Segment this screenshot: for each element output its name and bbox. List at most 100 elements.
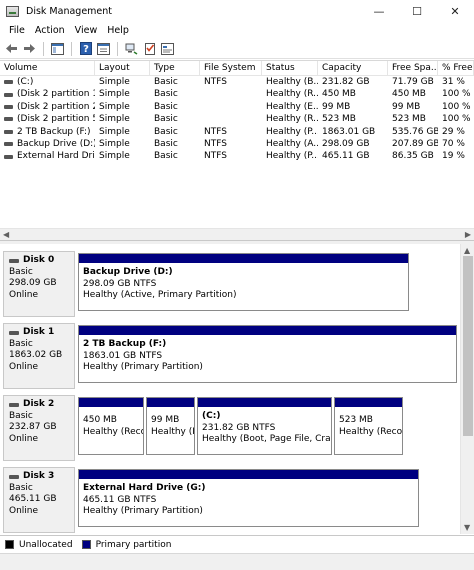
menu-file[interactable]: File — [4, 25, 30, 36]
volume-row[interactable]: Backup Drive (D:) Simple Basic NTFS Healthy … — [0, 138, 474, 150]
cell-percent-free: 29 % — [442, 126, 465, 137]
vertical-scrollbar[interactable]: ▲ ▼ — [460, 244, 474, 534]
cell-capacity: 450 MB — [322, 89, 356, 100]
partition-details: 99 MB Healthy (E — [147, 407, 194, 438]
menu-view[interactable]: View — [70, 25, 103, 36]
disk-icon — [9, 474, 19, 479]
legend: Unallocated Primary partition — [0, 535, 474, 553]
menu-help[interactable]: Help — [102, 25, 134, 36]
drive-icon — [4, 80, 13, 85]
scrollbar-thumb[interactable] — [463, 256, 473, 436]
column-header-percent-free[interactable]: % Free — [438, 61, 474, 75]
volume-row[interactable]: External Hard Driv... Simple Basic NTFS Heal… — [0, 150, 474, 162]
toolbar-separator — [71, 41, 72, 56]
volume-row[interactable]: (C:) Simple Basic NTFS Healthy (B... 231.82 G… — [0, 76, 474, 88]
disk-name-label: Disk 0 — [23, 255, 55, 265]
cell-status: Healthy (A... — [266, 138, 318, 149]
partition-status: Healthy (Recov — [83, 426, 143, 437]
cell-type: Basic — [154, 151, 178, 162]
disk-name-label: Disk 1 — [23, 327, 55, 337]
partition-type-bar — [79, 254, 408, 263]
cell-free-space: 535.76 GB — [392, 126, 438, 137]
disk-info[interactable]: Disk 0 Basic 298.09 GB Online — [3, 251, 75, 317]
column-header-free-space[interactable]: Free Spa... — [388, 61, 438, 75]
partition-status: Healthy (Recov — [339, 426, 402, 437]
help-icon[interactable]: ? — [78, 41, 93, 56]
cell-volume: 2 TB Backup (F:) — [0, 126, 95, 138]
cell-free-space: 523 MB — [392, 114, 426, 125]
column-header-layout[interactable]: Layout — [95, 61, 150, 75]
disk-name-label: Disk 2 — [23, 399, 55, 409]
disk-name: Disk 2 — [9, 399, 74, 411]
partition[interactable]: (C:) 231.82 GB NTFS Healthy (Boot, Page Fi… — [197, 397, 332, 455]
maximize-button[interactable]: ☐ — [398, 0, 436, 22]
cell-file-system: NTFS — [204, 151, 227, 162]
checklist-icon[interactable] — [142, 41, 157, 56]
window-controls: — ☐ ✕ — [360, 0, 474, 22]
column-header-volume[interactable]: Volume — [0, 61, 95, 75]
partition-name: Backup Drive (D:) — [83, 267, 173, 277]
cell-file-system — [200, 113, 262, 125]
partition[interactable]: 2 TB Backup (F:) 1863.01 GB NTFS Healthy (… — [78, 325, 457, 383]
toolbar-separator — [43, 41, 44, 56]
scroll-down-icon[interactable]: ▼ — [464, 523, 470, 532]
column-header-status[interactable]: Status — [262, 61, 318, 75]
volume-row[interactable]: (Disk 2 partition 2) Simple Basic Healthy (… — [0, 101, 474, 113]
back-arrow-icon[interactable] — [4, 41, 19, 56]
horizontal-scrollbar[interactable]: ◀ ▶ — [0, 228, 474, 240]
volume-row[interactable]: (Disk 2 partition 1) Simple Basic Healthy (… — [0, 88, 474, 100]
cell-layout: Simple — [99, 126, 130, 137]
cell-layout: Simple — [99, 89, 130, 100]
partition-details: Backup Drive (D:) 298.09 GB NTFS Healthy (… — [79, 263, 408, 302]
volume-row[interactable]: (Disk 2 partition 5) Simple Basic Healthy (… — [0, 113, 474, 125]
cell-file-system — [200, 101, 262, 113]
cell-volume: (C:) — [0, 76, 95, 88]
partition-type-bar — [79, 326, 456, 335]
connect-icon[interactable] — [124, 41, 139, 56]
partition-size: 465.11 GB NTFS — [83, 494, 157, 505]
disk-graphical-view: Disk 0 Basic 298.09 GB Online Backup Drive (… — [0, 244, 460, 534]
scroll-right-icon[interactable]: ▶ — [465, 230, 471, 239]
show-hide-pane-icon[interactable] — [50, 41, 65, 56]
properties-icon[interactable] — [96, 41, 111, 56]
disk-info[interactable]: Disk 1 Basic 1863.02 GB Online — [3, 323, 75, 389]
cell-file-system: NTFS — [204, 138, 227, 149]
volume-name: (Disk 2 partition 5) — [17, 114, 95, 125]
partition-type-bar — [79, 398, 143, 407]
partition-size: 450 MB — [83, 415, 117, 425]
scroll-left-icon[interactable]: ◀ — [3, 230, 9, 239]
drive-icon — [4, 129, 13, 134]
disk-info[interactable]: Disk 3 Basic 465.11 GB Online — [3, 467, 75, 533]
drive-icon — [4, 154, 13, 159]
column-header-capacity[interactable]: Capacity — [318, 61, 388, 75]
cell-free-space: 86.35 GB — [392, 151, 434, 162]
cell-volume: (Disk 2 partition 2) — [0, 101, 95, 113]
partition[interactable]: 450 MBHealthy (Recov — [78, 397, 144, 455]
disk-info[interactable]: Disk 2 Basic 232.87 GB Online — [3, 395, 75, 461]
partition[interactable]: 99 MB Healthy (E — [146, 397, 195, 455]
scroll-up-icon[interactable]: ▲ — [464, 246, 470, 255]
disk-row: Disk 3 Basic 465.11 GB Online External Hard … — [0, 464, 460, 533]
legend-swatch-unallocated — [5, 540, 14, 549]
partition[interactable]: 523 MB Healthy (Recov — [334, 397, 403, 455]
partition-size: 298.09 GB NTFS — [83, 278, 157, 289]
cell-layout: Simple — [99, 101, 130, 112]
close-button[interactable]: ✕ — [436, 0, 474, 22]
menu-action[interactable]: Action — [30, 25, 70, 36]
cell-type: Basic — [154, 126, 178, 137]
partition-details: 2 TB Backup (F:) 1863.01 GB NTFS Healthy (… — [79, 335, 456, 374]
cell-type: Basic — [154, 77, 178, 87]
console-icon[interactable] — [160, 41, 175, 56]
cell-capacity: 1863.01 GB — [322, 126, 376, 137]
cell-volume: Backup Drive (D:) — [0, 138, 95, 150]
disk-name: Disk 3 — [9, 471, 74, 483]
partition[interactable]: Backup Drive (D:) 298.09 GB NTFS Healthy (… — [78, 253, 409, 311]
column-header-type[interactable]: Type — [150, 61, 200, 75]
column-header-file-system[interactable]: File System — [200, 61, 262, 75]
partition[interactable]: External Hard Drive (G:) 465.11 GB NTFS He… — [78, 469, 419, 527]
volume-row[interactable]: 2 TB Backup (F:) Simple Basic NTFS Healthy (… — [0, 126, 474, 138]
partition-details: External Hard Drive (G:) 465.11 GB NTFS He… — [79, 479, 418, 518]
forward-arrow-icon[interactable] — [22, 41, 37, 56]
minimize-button[interactable]: — — [360, 0, 398, 22]
drive-icon — [4, 117, 13, 122]
